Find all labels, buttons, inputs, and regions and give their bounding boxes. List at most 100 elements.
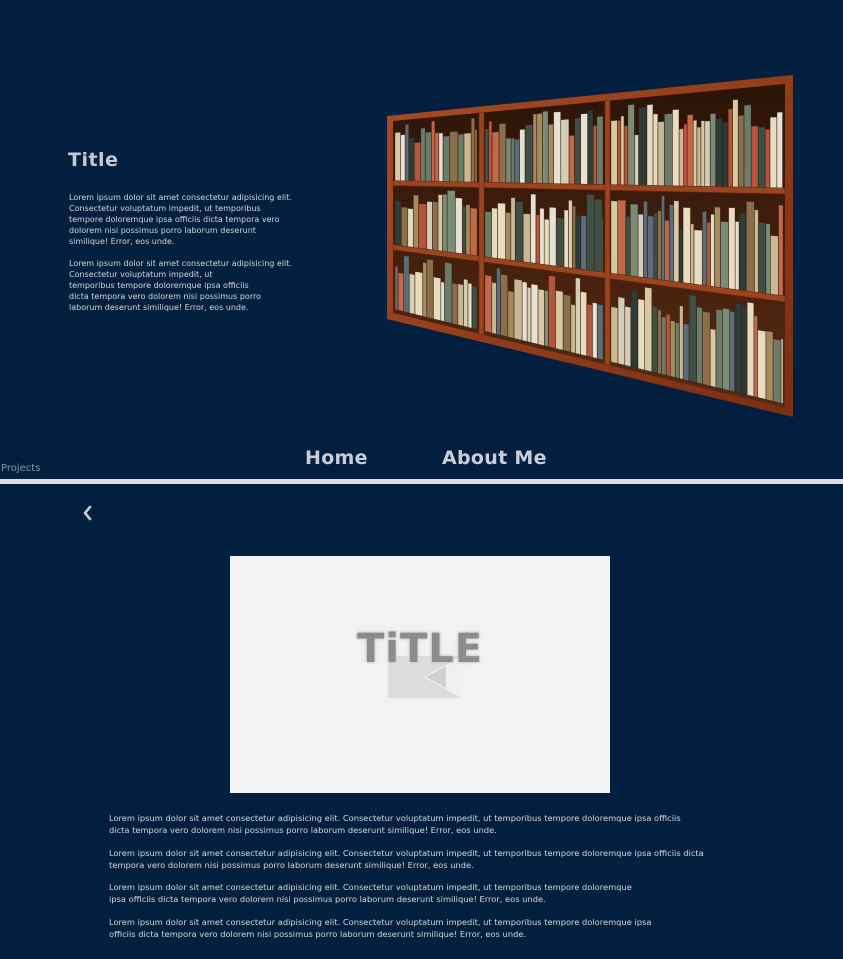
book-spine (433, 276, 441, 321)
book-spine (401, 206, 408, 247)
book-spine (575, 277, 581, 355)
book-spine (463, 132, 472, 183)
book-spine (587, 109, 594, 185)
book-spine (394, 265, 399, 311)
book-spine (757, 329, 766, 400)
book-spine (556, 217, 564, 268)
book-spine (672, 109, 680, 187)
book-spine (715, 308, 723, 389)
book-spine (675, 322, 680, 379)
book-spine (781, 338, 784, 404)
chevron-left-icon (83, 505, 92, 521)
book-spine (440, 281, 445, 322)
book-spine (710, 214, 715, 287)
book-spine (580, 113, 588, 185)
book-spine (438, 132, 444, 182)
book-spine (491, 207, 498, 259)
book-spine (515, 201, 524, 262)
book-spine (474, 129, 478, 183)
book-spine (408, 137, 415, 182)
back-button[interactable] (78, 502, 98, 524)
book-spine (470, 207, 478, 256)
book-spine (765, 223, 771, 295)
book-spine (625, 215, 631, 276)
project-paragraph-3: Lorem ipsum dolor sit amet consectetur a… (109, 882, 632, 904)
project-media-thumbnail[interactable]: TiTLE (230, 556, 610, 793)
book-spine (747, 302, 754, 397)
nav-about-link[interactable]: About Me (442, 447, 547, 469)
book-spine (449, 131, 458, 182)
book-spine (569, 135, 575, 185)
book-spine (568, 200, 573, 269)
book-spine (425, 131, 432, 182)
book-spine (751, 125, 759, 188)
book-spine (580, 215, 587, 271)
book-spine (653, 212, 658, 280)
book-spine (610, 306, 618, 364)
book-spine (527, 286, 532, 343)
book-spine (548, 124, 554, 184)
book-spine (664, 220, 670, 282)
bookshelf-image (387, 75, 793, 417)
book-spine (696, 126, 701, 187)
book-spine (734, 302, 742, 394)
book-spine (451, 282, 458, 325)
book-spine (669, 204, 674, 282)
book-spine (570, 304, 576, 354)
book-spine (644, 287, 652, 372)
book-spine (647, 215, 654, 280)
book-spine (643, 200, 648, 279)
book-spine (687, 114, 694, 187)
nav-home-link[interactable]: Home (305, 447, 368, 469)
book-spine (549, 207, 557, 267)
book-spine (770, 235, 779, 296)
book-spine (758, 126, 766, 188)
book-spine (758, 222, 766, 294)
book-spine (488, 121, 493, 183)
book-spine (778, 204, 784, 296)
book-spine (538, 288, 545, 346)
book-spine (403, 255, 410, 314)
book-spine (754, 209, 759, 293)
book-spine (657, 121, 665, 186)
book-spine (471, 117, 475, 183)
hero-paragraph-2: Lorem ipsum dolor sit amet consectetur a… (69, 259, 292, 312)
book-spine (499, 123, 506, 183)
book-spine (696, 306, 703, 385)
portfolio-page: Title Lorem ipsum dolor sit amet consect… (0, 0, 843, 959)
book-spine (496, 267, 501, 336)
book-spine (505, 212, 511, 261)
book-spine (683, 323, 690, 381)
hero-title: Title (68, 149, 119, 171)
book-spine (624, 306, 631, 367)
book-spine (678, 228, 683, 283)
book-spine (602, 217, 604, 273)
book-spine (447, 190, 456, 254)
book-spine (491, 282, 497, 335)
book-spine (405, 124, 409, 182)
book-spine (523, 213, 531, 263)
book-spine (560, 119, 570, 185)
book-spine (563, 294, 571, 353)
book-spine (462, 206, 466, 255)
book-spine (743, 104, 752, 188)
book-spine (653, 113, 658, 186)
book-spine (484, 128, 489, 183)
book-spine (544, 290, 549, 347)
book-spine (530, 193, 536, 264)
nav-projects-link[interactable]: Projects (1, 463, 40, 474)
book-spine (574, 117, 581, 185)
book-spine (765, 129, 770, 188)
book-spine (455, 197, 463, 255)
book-spine (431, 120, 435, 182)
book-spine (617, 120, 621, 186)
book-spine (679, 305, 684, 380)
book-spine (514, 138, 520, 184)
book-spine (422, 262, 427, 318)
book-spine (409, 273, 415, 315)
book-spine (492, 131, 500, 183)
book-spine (497, 202, 506, 260)
book-spine (553, 111, 561, 184)
book-spine (630, 203, 639, 277)
book-spine (471, 285, 478, 330)
